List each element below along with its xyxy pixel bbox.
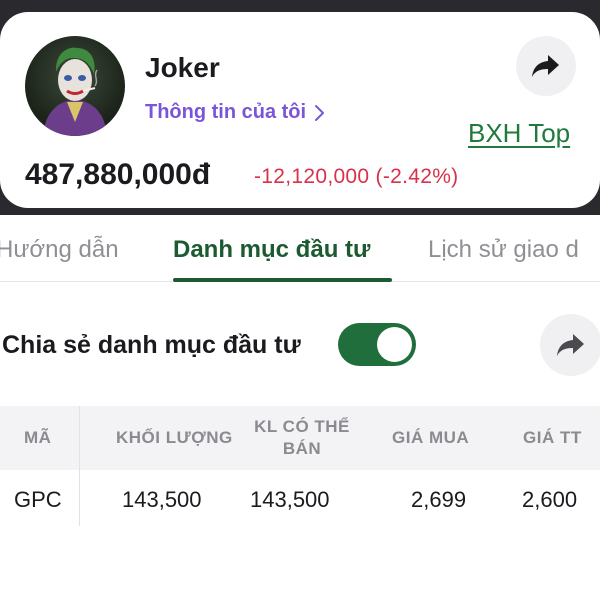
cell-market-price: 2,600 — [522, 487, 578, 512]
toggle-knob — [377, 327, 412, 362]
cell-sellable-volume: 143,500 — [250, 487, 330, 512]
tab-history[interactable]: Lịch sử giao d — [428, 236, 579, 264]
cell-buy-price: 2,699 — [411, 487, 467, 512]
joker-avatar-icon — [43, 47, 107, 136]
tab-bar: Hướng dẫn Danh mục đầu tư Lịch sử giao d — [0, 230, 600, 282]
my-info-link[interactable]: Thông tin của tôi — [145, 101, 326, 124]
share-portfolio-label: Chia sẻ danh mục đầu tư — [2, 331, 301, 359]
share-arrow-icon — [557, 334, 584, 356]
balance-change: -12,120,000 (-2.42%) — [254, 165, 459, 188]
profile-card: Joker Thông tin của tôi BXH Top 487,880,… — [0, 12, 600, 208]
cell-volume: 143,500 — [122, 487, 202, 512]
share-profile-button[interactable] — [516, 36, 576, 96]
share-portfolio-button[interactable] — [540, 314, 600, 376]
share-arrow-icon — [532, 55, 559, 77]
tab-guide[interactable]: Hướng dẫn — [0, 236, 119, 264]
avatar[interactable] — [25, 36, 125, 136]
chevron-right-icon — [315, 104, 325, 121]
portfolio-balance: 487,880,000đ — [25, 158, 211, 191]
share-portfolio-toggle[interactable] — [338, 323, 416, 366]
header-buy-price: GIÁ MUA — [392, 428, 470, 447]
header-market-price: GIÁ TT — [523, 428, 582, 447]
header-code: MÃ — [24, 428, 52, 447]
header-volume: KHỐI LƯỢNG — [116, 428, 233, 447]
tab-portfolio[interactable]: Danh mục đầu tư — [173, 236, 370, 264]
portfolio-table-header: MÃ KHỐI LƯỢNG KL CÓ THỂ BÁN GIÁ MUA GIÁ … — [0, 406, 600, 470]
user-name: Joker — [145, 52, 220, 83]
active-tab-indicator — [173, 278, 392, 282]
my-info-label: Thông tin của tôi — [145, 101, 307, 123]
header-sellable-volume: KL CÓ THỂ BÁN — [254, 417, 350, 458]
ranking-link[interactable]: BXH Top — [468, 118, 570, 149]
table-row[interactable]: GPC 143,500 143,500 2,699 2,600 — [0, 470, 600, 526]
cell-code: GPC — [14, 487, 62, 512]
